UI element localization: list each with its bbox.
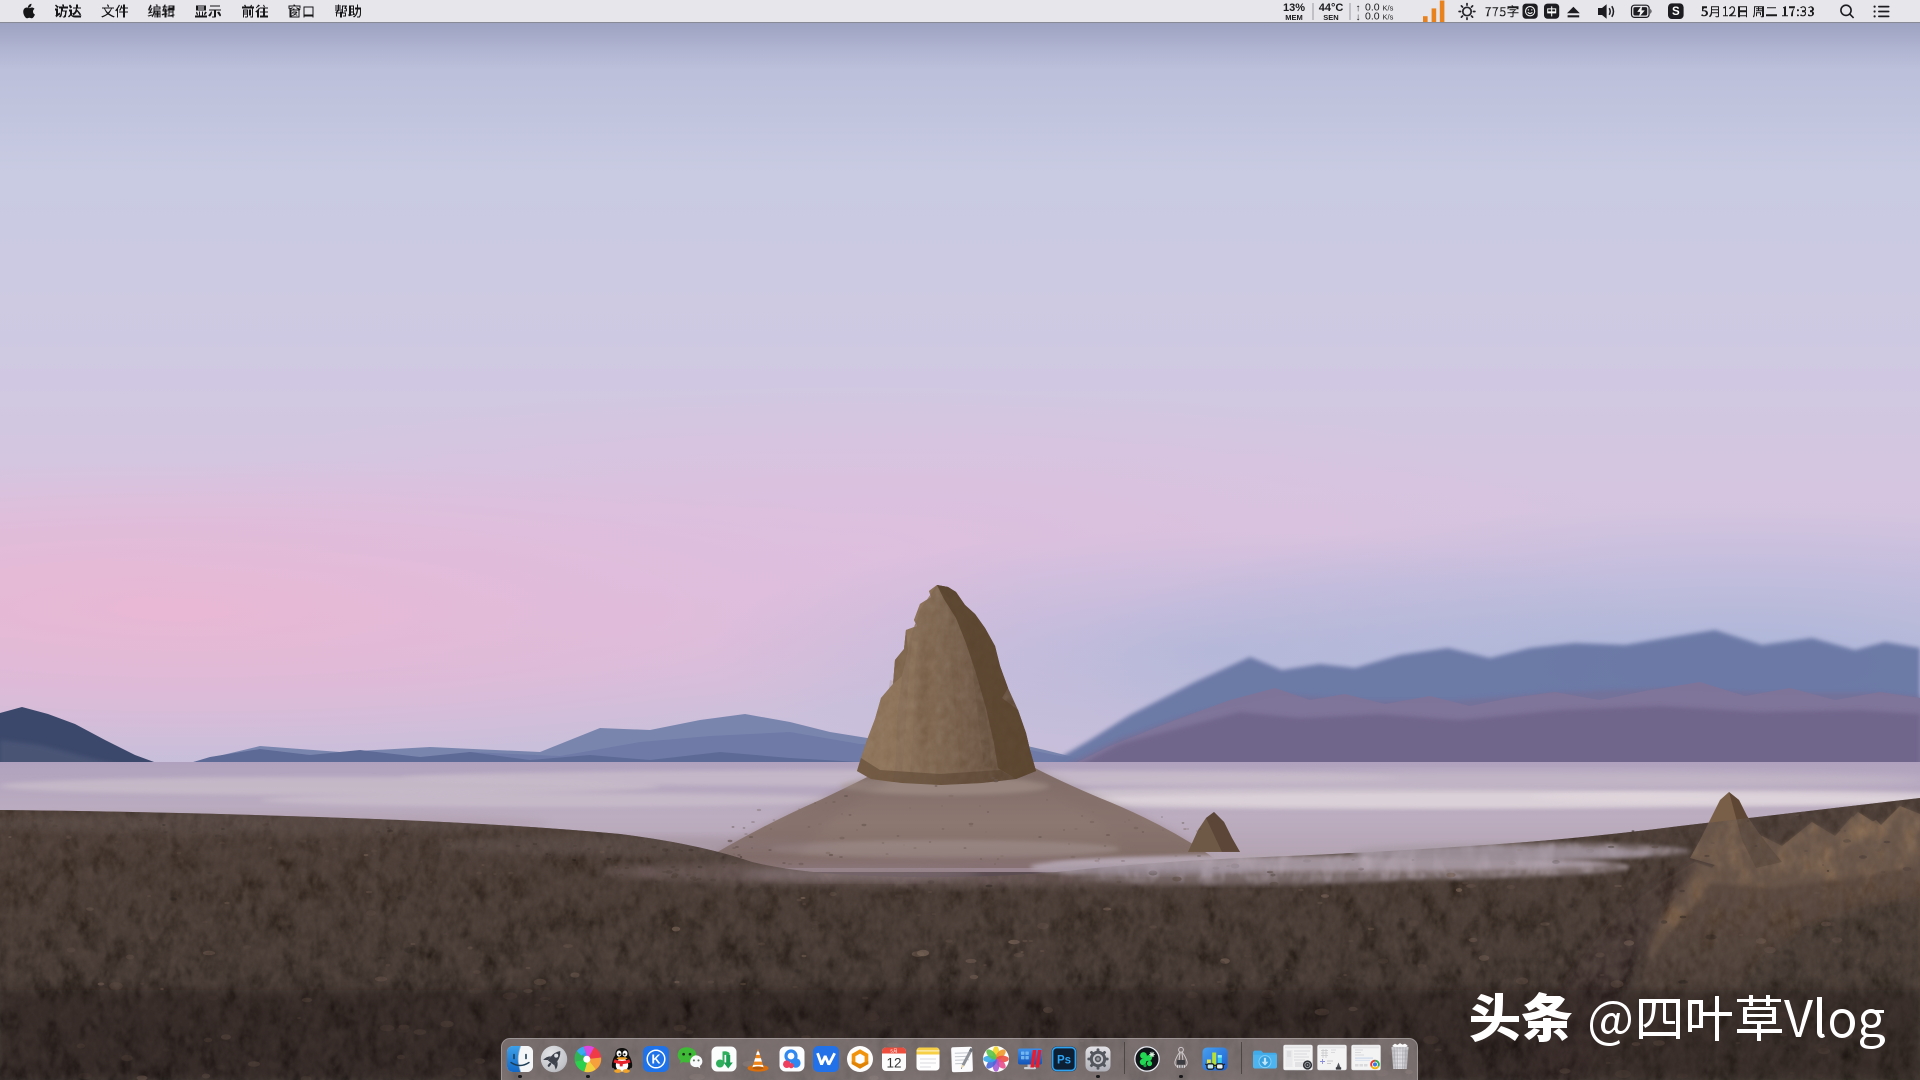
svg-text:↓: ↓ [1356, 12, 1361, 23]
svg-text:SEN: SEN [1323, 13, 1338, 22]
svg-text:MEM: MEM [1285, 13, 1303, 22]
svg-text:S: S [1672, 6, 1680, 18]
svg-text:K: K [651, 1053, 660, 1067]
svg-text:12: 12 [886, 1056, 901, 1071]
svg-text:Ps: Ps [1057, 1055, 1071, 1067]
svg-text:0.0 K/s: 0.0 K/s [1365, 11, 1394, 23]
